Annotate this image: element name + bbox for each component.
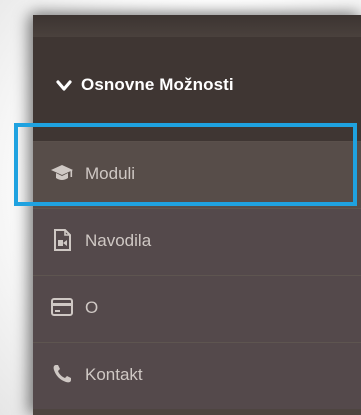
sidebar-menu: Osnovne Možnosti Moduli Navodila O Konta…	[33, 15, 361, 415]
sidebar-item-navodila[interactable]: Navodila	[33, 209, 361, 276]
sidebar-item-label: Kontakt	[85, 365, 143, 384]
card-icon	[51, 298, 73, 316]
sidebar-item-label: Navodila	[85, 231, 152, 250]
phone-icon	[53, 365, 71, 383]
sidebar-item-o[interactable]: O	[33, 276, 361, 343]
sidebar-item-label: O	[85, 298, 99, 317]
sidebar-top-bar	[33, 15, 361, 37]
selection-highlight	[14, 123, 357, 206]
menu-section-title: Osnovne Možnosti	[81, 75, 234, 94]
chevron-down-icon	[56, 80, 72, 91]
sidebar-item-kontakt[interactable]: Kontakt	[33, 343, 361, 409]
document-icon	[54, 229, 71, 251]
